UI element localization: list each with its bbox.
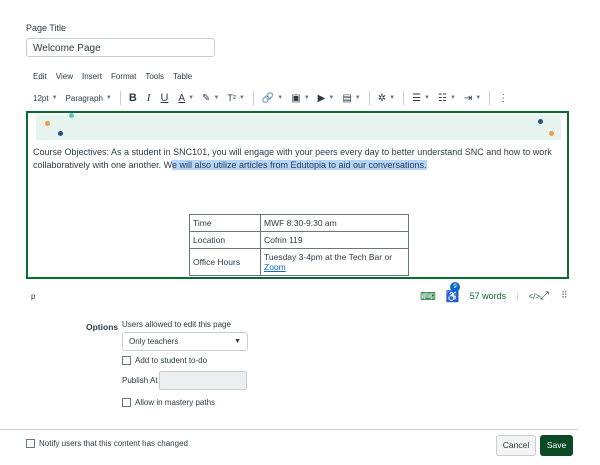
editor-menubar: Edit View Insert Format Tools Table bbox=[33, 72, 201, 81]
table-cell[interactable]: Cofrin 119 bbox=[260, 231, 409, 249]
table-row: Office Hours Tuesday 3-4pm at the Tech B… bbox=[189, 248, 409, 276]
font-color-button[interactable]: A ▼ bbox=[178, 93, 194, 104]
decorative-banner bbox=[36, 113, 561, 140]
italic-button[interactable]: I bbox=[147, 92, 151, 104]
indent-icon: ⇥ bbox=[463, 92, 473, 104]
options-label: Options bbox=[86, 322, 119, 332]
chevron-down-icon: ▼ bbox=[105, 95, 112, 101]
menu-view[interactable]: View bbox=[56, 72, 73, 81]
fullscreen-icon[interactable]: ⤢ bbox=[540, 290, 549, 303]
zoom-link[interactable]: Zoom bbox=[264, 262, 286, 272]
table-cell[interactable]: Time bbox=[189, 214, 261, 232]
decorative-dot bbox=[549, 131, 554, 136]
table-cell[interactable]: Tuesday 3-4pm at the Tech Bar or Zoom bbox=[260, 248, 409, 276]
editor-toolbar: 12pt ▼ Paragraph ▼ B I U A ▼ ✎ ▼ T² ▼ 🔗 ▼ ▣ ▼ ▶… bbox=[33, 90, 578, 106]
chevron-down-icon: ▼ bbox=[277, 95, 284, 101]
document-icon: ▤ bbox=[342, 92, 352, 104]
chevron-down-icon: ▼ bbox=[234, 338, 241, 345]
more-vertical-icon[interactable]: ⋮ bbox=[498, 93, 508, 104]
decorative-dot bbox=[45, 121, 50, 126]
toolbar-divider bbox=[119, 91, 121, 105]
toolbar-divider bbox=[252, 91, 254, 105]
image-icon: ▣ bbox=[291, 92, 301, 104]
save-button[interactable]: Save bbox=[540, 435, 573, 456]
publish-at-label: Publish At bbox=[122, 376, 158, 385]
menu-table[interactable]: Table bbox=[173, 72, 192, 81]
chevron-down-icon: ▼ bbox=[303, 95, 310, 101]
media-button[interactable]: ▶ ▼ bbox=[318, 93, 335, 104]
toolbar-divider bbox=[489, 91, 491, 105]
align-button[interactable]: ☰ ▼ bbox=[412, 93, 430, 104]
resize-handle-icon[interactable]: ⠿ bbox=[561, 290, 568, 301]
plug-icon: ✲ bbox=[377, 92, 387, 104]
chevron-down-icon: ▼ bbox=[51, 95, 58, 101]
selected-text: e will also utilize articles from Edutop… bbox=[171, 160, 427, 170]
student-todo-checkbox[interactable]: Add to student to-do bbox=[122, 356, 207, 365]
chevron-down-icon: ▼ bbox=[389, 95, 396, 101]
chevron-down-icon: ▼ bbox=[424, 95, 430, 101]
block-format-dropdown[interactable]: Paragraph ▼ bbox=[66, 94, 112, 103]
underline-button[interactable]: U bbox=[160, 92, 168, 104]
table-cell[interactable]: Location bbox=[189, 231, 261, 249]
element-path[interactable]: p bbox=[31, 292, 35, 301]
bold-button[interactable]: B bbox=[129, 92, 137, 104]
mastery-paths-checkbox[interactable]: Allow in mastery paths bbox=[122, 398, 215, 407]
edit-permission-select[interactable]: Only teachers ▼ bbox=[122, 332, 248, 351]
link-button[interactable]: 🔗 ▼ bbox=[262, 93, 283, 104]
checkbox-box[interactable] bbox=[26, 439, 35, 448]
decorative-dot bbox=[69, 113, 74, 118]
apps-button[interactable]: ✲ ▼ bbox=[378, 93, 395, 104]
superscript-button[interactable]: T² ▼ bbox=[227, 93, 244, 103]
menu-insert[interactable]: Insert bbox=[82, 72, 102, 81]
accessibility-issues-badge: 9 bbox=[450, 282, 460, 292]
chevron-down-icon: ▼ bbox=[213, 95, 220, 101]
media-icon: ▶ bbox=[317, 92, 326, 104]
edit-permission-label: Users allowed to edit this page bbox=[122, 320, 231, 329]
html-editor-toggle[interactable]: </> bbox=[528, 292, 540, 301]
statusbar-divider: | bbox=[516, 291, 519, 301]
highlighter-icon: ✎ bbox=[202, 92, 211, 104]
chevron-down-icon: ▼ bbox=[354, 95, 361, 101]
image-button[interactable]: ▣ ▼ bbox=[291, 93, 309, 104]
decorative-dot bbox=[58, 131, 63, 136]
chevron-down-icon: ▼ bbox=[238, 95, 245, 101]
course-objectives-paragraph[interactable]: Course Objectives: As a student in SNC10… bbox=[33, 146, 558, 172]
document-button[interactable]: ▤ ▼ bbox=[342, 93, 360, 104]
highlight-color-button[interactable]: ✎ ▼ bbox=[202, 93, 219, 104]
footer-divider bbox=[0, 429, 578, 430]
word-count[interactable]: 57 words bbox=[470, 291, 507, 301]
menu-tools[interactable]: Tools bbox=[145, 72, 164, 81]
editor-statusbar: ⌨ ♿ 57 words | </> bbox=[420, 287, 550, 305]
keyboard-icon[interactable]: ⌨ bbox=[420, 290, 436, 303]
link-icon: 🔗 bbox=[261, 92, 275, 104]
table-cell[interactable]: Office Hours bbox=[189, 248, 261, 276]
cancel-button[interactable]: Cancel bbox=[496, 435, 536, 456]
list-button[interactable]: ☷ ▼ bbox=[438, 93, 456, 104]
checkbox-box[interactable] bbox=[122, 398, 131, 407]
course-info-table[interactable]: Time MWF 8:30-9:30 am Location Cofrin 11… bbox=[189, 214, 409, 276]
checkbox-box[interactable] bbox=[122, 356, 131, 365]
page-title-input[interactable]: Welcome Page bbox=[26, 38, 215, 57]
chevron-down-icon: ▼ bbox=[475, 95, 482, 101]
toolbar-divider bbox=[368, 91, 370, 105]
align-left-icon: ☰ bbox=[412, 92, 422, 104]
list-icon: ☷ bbox=[437, 92, 447, 104]
menu-edit[interactable]: Edit bbox=[33, 72, 47, 81]
toolbar-divider bbox=[403, 91, 405, 105]
notify-users-checkbox[interactable]: Notify users that this content has chang… bbox=[26, 439, 188, 448]
chevron-down-icon: ▼ bbox=[328, 95, 335, 101]
decorative-dot bbox=[538, 119, 543, 124]
page-title-label: Page Title bbox=[26, 23, 67, 33]
indent-button[interactable]: ⇥ ▼ bbox=[464, 93, 481, 104]
font-size-dropdown[interactable]: 12pt ▼ bbox=[33, 94, 58, 103]
menu-format[interactable]: Format bbox=[111, 72, 136, 81]
rich-content-editor[interactable]: Course Objectives: As a student in SNC10… bbox=[26, 111, 569, 279]
table-row: Location Cofrin 119 bbox=[189, 231, 409, 249]
table-cell[interactable]: MWF 8:30-9:30 am bbox=[260, 214, 409, 232]
chevron-down-icon: ▼ bbox=[188, 95, 195, 101]
table-row: Time MWF 8:30-9:30 am bbox=[189, 214, 409, 232]
chevron-down-icon: ▼ bbox=[449, 95, 456, 101]
publish-at-input[interactable] bbox=[159, 371, 247, 390]
